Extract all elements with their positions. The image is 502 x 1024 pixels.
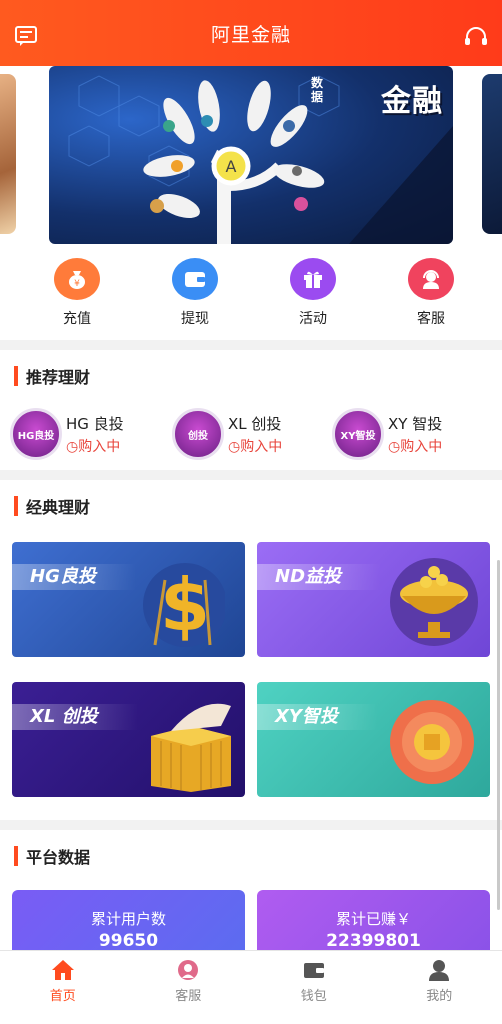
- quick-action-recharge[interactable]: ¥ 充值: [18, 258, 136, 328]
- badge-text: 创投: [188, 430, 208, 442]
- section-title-text: 经典理财: [26, 498, 91, 517]
- recommend-item[interactable]: XY智投 XY 智投 ◷购入中: [332, 408, 442, 460]
- stat-title: 累计已赚￥: [335, 910, 411, 928]
- quick-action-label: 提现: [181, 311, 209, 327]
- nav-label: 首页: [49, 989, 76, 1004]
- top-section: A 数据 金融 ¥ 充值 提现 活动 客服: [0, 66, 502, 340]
- nav-profile[interactable]: 我的: [377, 951, 502, 1024]
- nav-label: 我的: [426, 989, 453, 1004]
- svg-text:¥: ¥: [74, 279, 80, 289]
- headset-icon[interactable]: [464, 26, 488, 48]
- coin-badge-icon: [390, 700, 474, 784]
- quick-action-label: 充值: [63, 311, 91, 327]
- recommend-item[interactable]: 创投 XL 创投 ◷购入中: [172, 408, 282, 460]
- product-badge: HG良投: [10, 408, 62, 460]
- nav-label: 钱包: [300, 989, 327, 1004]
- section-title: 平台数据: [14, 844, 90, 868]
- banner-next-slide[interactable]: [482, 74, 502, 234]
- product-card-xy[interactable]: XY智投: [257, 682, 490, 797]
- quick-action-activity[interactable]: 活动: [254, 258, 372, 328]
- nav-support[interactable]: 客服: [126, 951, 252, 1024]
- product-badge: XY智投: [332, 408, 384, 460]
- section-title-text: 平台数据: [26, 848, 91, 867]
- product-status: ◷购入中: [66, 436, 124, 456]
- section-title: 经典理财: [14, 494, 90, 518]
- product-status: ◷购入中: [388, 436, 442, 456]
- banner-brand-prefix: 数据: [311, 76, 324, 104]
- recommend-section: 推荐理财 HG良投 HG 良投 ◷购入中 创投 XL 创投 ◷购入中 XY智投 …: [0, 350, 502, 470]
- gold-bars-icon: [151, 703, 231, 792]
- clock-icon: ◷: [66, 438, 79, 455]
- product-name: HG 良投: [66, 414, 124, 433]
- classic-section: 经典理财 HG良投 $ ND益投 XL 创投 XY智投: [0, 480, 502, 820]
- stat-title: 累计用户数: [90, 910, 166, 928]
- product-card-nd[interactable]: ND益投: [257, 542, 490, 657]
- clock-icon: ◷: [388, 438, 401, 455]
- section-title-bar: [14, 846, 18, 866]
- section-title-bar: [14, 496, 18, 516]
- card-label: XY智投: [257, 704, 378, 730]
- message-icon[interactable]: [14, 26, 38, 46]
- card-label: ND益投: [257, 564, 382, 590]
- wallet-icon: [172, 258, 218, 300]
- wallet-icon: [303, 963, 324, 978]
- banner[interactable]: A 数据 金融: [49, 66, 453, 244]
- product-status: ◷购入中: [228, 436, 282, 456]
- banner-prev-slide[interactable]: [0, 74, 16, 234]
- support-icon: [408, 258, 454, 300]
- user-icon: [429, 960, 450, 981]
- quick-actions: ¥ 充值 提现 活动 客服: [0, 258, 502, 328]
- product-card-xl[interactable]: XL 创投: [12, 682, 245, 797]
- stat-value: 22399801: [326, 931, 421, 951]
- banner-node-letter: A: [226, 157, 237, 176]
- quick-action-withdraw[interactable]: 提现: [136, 258, 254, 328]
- product-name: XY 智投: [388, 414, 443, 433]
- scrollbar[interactable]: [497, 560, 500, 910]
- stat-value: 99650: [98, 931, 159, 951]
- support-icon: [178, 960, 199, 980]
- quick-action-label: 客服: [417, 311, 445, 327]
- recommend-item[interactable]: HG良投 HG 良投 ◷购入中: [10, 408, 124, 460]
- status-text: 购入中: [240, 438, 283, 455]
- nav-label: 客服: [175, 989, 202, 1004]
- banner-brand: 金融: [381, 84, 443, 119]
- product-name: XL 创投: [228, 414, 282, 433]
- badge-text: XY智投: [340, 430, 376, 442]
- section-title: 推荐理财: [14, 364, 90, 388]
- status-text: 购入中: [400, 438, 443, 455]
- page-title: 阿里金融: [210, 23, 291, 46]
- section-title-text: 推荐理财: [26, 368, 91, 387]
- quick-action-support[interactable]: 客服: [372, 258, 490, 328]
- product-card-hg[interactable]: HG良投 $: [12, 542, 245, 657]
- money-bag-icon: ¥: [54, 258, 100, 300]
- nav-home[interactable]: 首页: [0, 951, 126, 1024]
- bottom-nav: 首页 客服 钱包 我的: [0, 950, 502, 1024]
- home-icon: [51, 960, 74, 980]
- nav-wallet[interactable]: 钱包: [251, 951, 377, 1024]
- dollar-icon: $: [143, 563, 225, 647]
- quick-action-label: 活动: [299, 311, 327, 327]
- status-text: 购入中: [78, 438, 121, 455]
- app-header: 阿里金融: [0, 0, 502, 66]
- treasure-bowl-icon: [390, 558, 478, 646]
- product-badge: 创投: [172, 408, 224, 460]
- svg-text:$: $: [160, 563, 210, 647]
- card-label: HG良投: [12, 564, 136, 590]
- platform-section: 平台数据 累计用户数 99650 累计已赚￥ 22399801: [0, 830, 502, 960]
- section-title-bar: [14, 366, 18, 386]
- clock-icon: ◷: [228, 438, 241, 455]
- gift-icon: [290, 258, 336, 300]
- card-label: XL 创投: [12, 704, 138, 730]
- badge-text: HG良投: [17, 430, 55, 442]
